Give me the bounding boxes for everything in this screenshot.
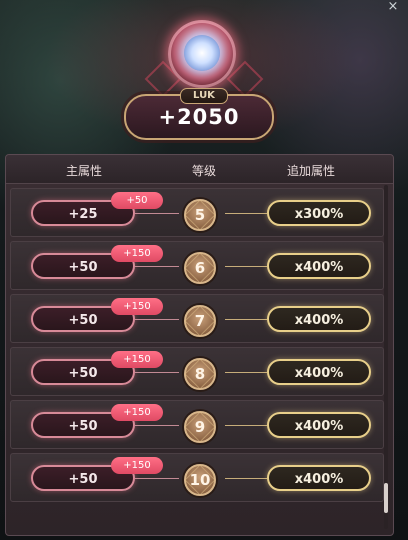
level-table-rows[interactable]: +1004x300%+25+505x300%+50+1506x400%+50+1… xyxy=(6,155,393,535)
table-row: +50 +150 7 x400% xyxy=(10,294,384,343)
level-number: 5 xyxy=(194,206,206,224)
table-row: +50 +150 8 x400% xyxy=(10,347,384,396)
header-level: 等级 xyxy=(191,164,216,178)
table-row: +50 +150 9 x400% xyxy=(10,400,384,449)
connector-line xyxy=(135,213,179,214)
bonus-stat-value: x400% xyxy=(267,412,371,438)
main-stat-bonus-badge: +150 xyxy=(111,351,163,368)
connector-line xyxy=(225,478,267,479)
connector-line xyxy=(135,266,179,267)
main-stat-bonus-badge: +150 xyxy=(111,404,163,421)
table-row: +50 +150 6 x400% xyxy=(10,241,384,290)
level-table-panel: +1004x300%+25+505x300%+50+1506x400%+50+1… xyxy=(5,154,394,536)
bonus-stat-value: x300% xyxy=(267,200,371,226)
table-row: +25 +50 5 x300% xyxy=(10,188,384,237)
connector-line xyxy=(135,372,179,373)
stat-total-value: +2050 xyxy=(158,105,240,129)
scrollbar[interactable] xyxy=(384,185,388,529)
level-number: 8 xyxy=(194,365,206,383)
connector-line xyxy=(135,425,179,426)
connector-line xyxy=(225,266,267,267)
level-number: 10 xyxy=(189,471,211,489)
main-stat-bonus-badge: +150 xyxy=(111,457,163,474)
level-badge: 7 xyxy=(181,302,217,338)
header-main-stat: 主属性 xyxy=(65,164,102,178)
table-row: +50 +150 10 x400% xyxy=(10,453,384,502)
connector-line xyxy=(225,372,267,373)
level-badge: 5 xyxy=(181,196,217,232)
scrollbar-thumb[interactable] xyxy=(384,483,388,513)
level-number: 6 xyxy=(194,259,206,277)
connector-line xyxy=(135,319,179,320)
level-badge: 8 xyxy=(181,355,217,391)
main-stat-bonus-badge: +50 xyxy=(111,192,163,209)
header-bonus-stat: 追加属性 xyxy=(286,164,335,178)
bonus-stat-value: x400% xyxy=(267,359,371,385)
stat-tag: LUK xyxy=(180,88,228,104)
connector-line xyxy=(225,213,267,214)
bonus-stat-value: x400% xyxy=(267,465,371,491)
level-badge: 6 xyxy=(181,249,217,285)
table-header: 主属性 等级 追加属性 xyxy=(6,155,393,184)
connector-line xyxy=(135,478,179,479)
level-number: 9 xyxy=(194,418,206,436)
main-stat-bonus-badge: +150 xyxy=(111,298,163,315)
main-stat-bonus-badge: +150 xyxy=(111,245,163,262)
level-number: 7 xyxy=(194,312,206,330)
connector-line xyxy=(225,319,267,320)
bonus-stat-value: x400% xyxy=(267,306,371,332)
orb-core xyxy=(184,35,220,71)
level-badge: 10 xyxy=(181,461,217,497)
close-icon[interactable]: × xyxy=(386,0,400,14)
level-badge: 9 xyxy=(181,408,217,444)
bonus-stat-value: x400% xyxy=(267,253,371,279)
connector-line xyxy=(225,425,267,426)
